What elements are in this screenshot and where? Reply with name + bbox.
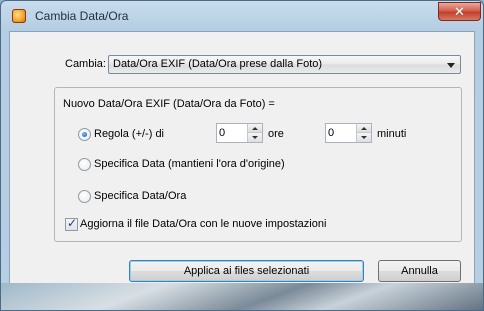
radio-specify-date[interactable] [78, 158, 91, 171]
close-icon: ✕ [454, 4, 465, 19]
check-icon: ✓ [67, 216, 78, 230]
background-photo [1, 283, 483, 310]
minutes-down-icon[interactable] [357, 133, 371, 142]
update-file-checkbox[interactable]: ✓ [65, 216, 78, 231]
window-title: Cambia Data/Ora [35, 9, 129, 23]
dialog-window: Cambia Data/Ora ✕ Cambia: Data/Ora EXIF … [0, 0, 484, 311]
minutes-unit-label: minuti [377, 128, 407, 140]
radio-specify-datetime-label[interactable]: Specifica Data/Ora [94, 190, 186, 202]
app-icon [12, 9, 26, 23]
dialog-body: Cambia: Data/Ora EXIF (Data/Ora prese da… [9, 31, 475, 302]
minutes-value[interactable]: 0 [328, 127, 334, 139]
minutes-up-icon[interactable] [357, 124, 371, 133]
radio-specify-datetime[interactable] [78, 190, 91, 203]
close-button[interactable]: ✕ [438, 2, 481, 21]
hours-spinner[interactable]: 0 [216, 123, 263, 143]
hours-value[interactable]: 0 [219, 127, 225, 139]
title-bar[interactable]: Cambia Data/Ora ✕ [1, 1, 483, 31]
radio-adjust[interactable] [78, 128, 91, 141]
radio-specify-date-label[interactable]: Specifica Data (mantieni l'ora d'origine… [94, 158, 285, 170]
hours-down-icon[interactable] [248, 133, 262, 142]
group-header: Nuovo Data/Ora EXIF (Data/Ora da Foto) = [63, 98, 275, 110]
apply-button[interactable]: Applica ai files selezionati [129, 260, 364, 282]
cancel-button[interactable]: Annulla [378, 260, 461, 282]
change-select-value: Data/Ora EXIF (Data/Ora prese dalla Foto… [113, 58, 323, 70]
change-label: Cambia: [65, 58, 106, 70]
minutes-spinner[interactable]: 0 [325, 123, 372, 143]
radio-adjust-label[interactable]: Regola (+/-) di [94, 128, 164, 140]
update-file-label[interactable]: Aggiorna il file Data/Ora con le nuove i… [80, 218, 326, 230]
hours-unit-label: ore [268, 128, 284, 140]
change-select[interactable]: Data/Ora EXIF (Data/Ora prese dalla Foto… [108, 55, 461, 74]
chevron-down-icon [447, 63, 455, 68]
hours-up-icon[interactable] [248, 124, 262, 133]
